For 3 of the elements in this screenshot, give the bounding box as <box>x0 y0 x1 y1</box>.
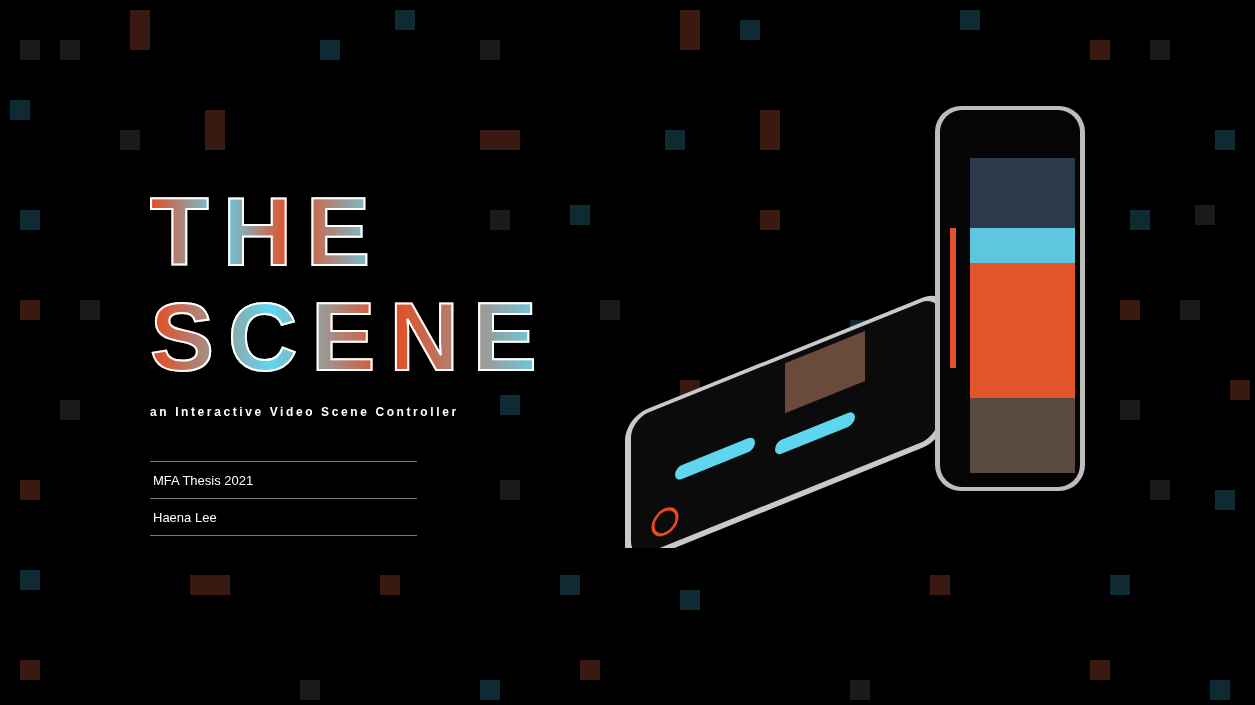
credit-text: Haena Lee <box>153 510 217 525</box>
credit-text: MFA Thesis 2021 <box>153 473 254 488</box>
subtitle: an Interactive Video Scene Controller <box>150 404 460 421</box>
